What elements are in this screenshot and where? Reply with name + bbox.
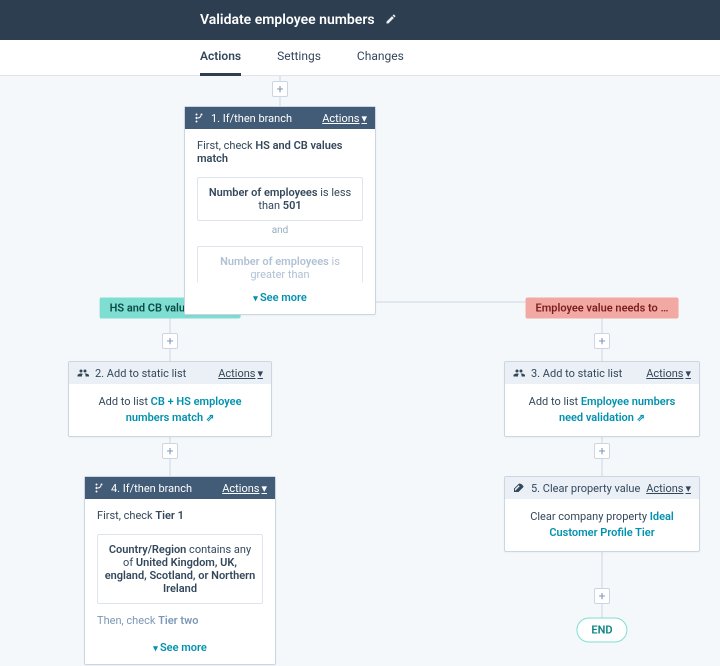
node-clear-property-5[interactable]: 5. Clear property value Actions ▾ Clear … (504, 476, 700, 552)
card-title: 5. Clear property value (531, 482, 640, 495)
add-node-button[interactable]: + (272, 81, 288, 97)
chevron-down-icon: ▾ (685, 482, 691, 495)
node-if-then-1[interactable]: 1. If/then branch Actions ▾ First, check… (184, 106, 376, 315)
chevron-down-icon: ▾ (257, 367, 263, 380)
card-actions-menu[interactable]: Actions ▾ (646, 367, 691, 380)
node-add-list-2[interactable]: 2. Add to static list Actions ▾ Add to l… (68, 361, 272, 437)
chevron-down-icon: ▾ (361, 112, 367, 125)
check-line: First, check HS and CB values match (185, 129, 375, 171)
add-node-button[interactable]: + (162, 443, 178, 459)
tab-actions[interactable]: Actions (200, 40, 241, 76)
pencil-icon[interactable] (385, 13, 397, 28)
card-body: Add to list CB + HS employee numbers mat… (69, 384, 271, 436)
and-label: and (185, 221, 375, 240)
card-title: 1. If/then branch (211, 112, 292, 125)
card-header: 1. If/then branch Actions ▾ (185, 107, 375, 129)
card-body: Add to list Employee numbers need valida… (505, 384, 699, 436)
see-more-link[interactable]: See more (185, 283, 375, 314)
card-actions-menu[interactable]: Actions ▾ (322, 112, 367, 125)
card-title: 3. Add to static list (531, 367, 622, 380)
card-title: 2. Add to static list (95, 367, 186, 380)
card-body: Clear company property Ideal Customer Pr… (505, 499, 699, 551)
then-line: Then, check Tier two (85, 604, 275, 633)
tab-changes[interactable]: Changes (357, 40, 404, 76)
workflow-canvas: + + + + + + HS and CB values match Emplo… (0, 76, 720, 666)
people-icon (77, 367, 89, 379)
condition-box: Country/Region contains any of United Ki… (97, 534, 263, 604)
tab-bar: Actions Settings Changes (0, 40, 720, 76)
eraser-icon (513, 482, 525, 494)
node-add-list-3[interactable]: 3. Add to static list Actions ▾ Add to l… (504, 361, 700, 437)
people-icon (513, 367, 525, 379)
card-actions-menu[interactable]: Actions ▾ (222, 482, 267, 495)
top-bar: Validate employee numbers (0, 0, 720, 40)
card-actions-menu[interactable]: Actions ▾ (218, 367, 263, 380)
card-title: 4. If/then branch (111, 482, 192, 495)
add-node-button[interactable]: + (594, 588, 610, 604)
card-header: 5. Clear property value Actions ▾ (505, 477, 699, 499)
card-actions-menu[interactable]: Actions ▾ (646, 482, 691, 495)
tab-settings[interactable]: Settings (277, 40, 321, 76)
check-line: First, check Tier 1 (85, 499, 275, 528)
node-if-then-4[interactable]: 4. If/then branch Actions ▾ First, check… (84, 476, 276, 665)
external-link-icon[interactable]: ⇗ (637, 413, 645, 424)
branch-icon (193, 112, 205, 124)
add-node-button[interactable]: + (594, 443, 610, 459)
branch-icon (93, 482, 105, 494)
condition-box-faded: Number of employees is greater than (197, 246, 363, 283)
external-link-icon[interactable]: ⇗ (206, 413, 214, 424)
chevron-down-icon: ▾ (261, 482, 267, 495)
add-node-button[interactable]: + (162, 333, 178, 349)
card-header: 3. Add to static list Actions ▾ (505, 362, 699, 384)
see-more-link[interactable]: See more (85, 633, 275, 664)
condition-box: Number of employees is less than 501 (197, 177, 363, 221)
chevron-down-icon: ▾ (685, 367, 691, 380)
card-header: 4. If/then branch Actions ▾ (85, 477, 275, 499)
workflow-title: Validate employee numbers (200, 12, 375, 28)
branch-label-needs[interactable]: Employee value needs to … (526, 298, 679, 319)
end-node: END (576, 618, 627, 643)
add-node-button[interactable]: + (594, 333, 610, 349)
card-header: 2. Add to static list Actions ▾ (69, 362, 271, 384)
